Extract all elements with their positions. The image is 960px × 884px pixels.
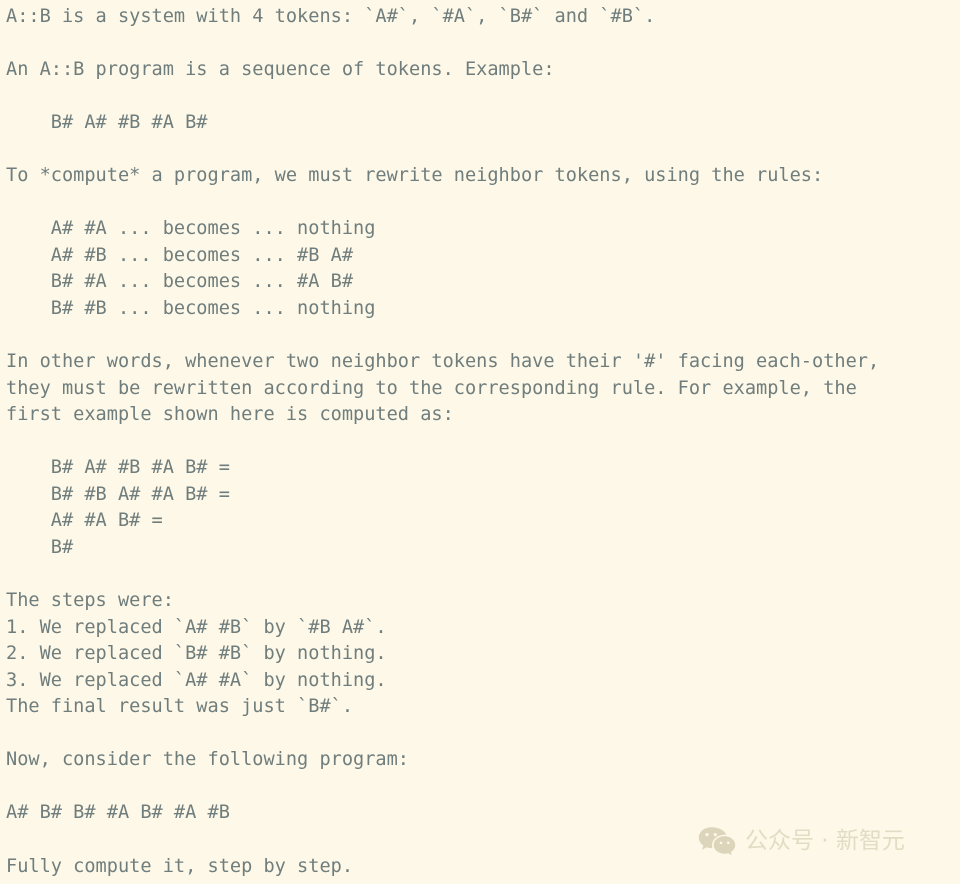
text-line: To *compute* a program, we must rewrite … — [6, 165, 824, 187]
text-line: A# B# B# #A B# #A #B — [6, 802, 230, 824]
document-page: A::B is a system with 4 tokens: `A#`, `#… — [0, 0, 960, 884]
text-line: The steps were: — [6, 590, 174, 612]
text-line: 3. We replaced `A# #A` by nothing. — [6, 669, 387, 691]
text-line: A# #A ... becomes ... nothing — [6, 218, 376, 240]
text-line: A# #B ... becomes ... #B A# — [6, 244, 354, 266]
text-line: B# A# #B #A B# = — [6, 457, 230, 479]
text-line: B# #B ... becomes ... nothing — [6, 298, 376, 320]
text-line: B# — [6, 536, 74, 558]
text-line: The final result was just `B#`. — [6, 696, 354, 718]
text-line: 1. We replaced `A# #B` by `#B A#`. — [6, 616, 387, 638]
text-line: B# #B A# #A B# = — [6, 483, 230, 505]
text-line: An A::B program is a sequence of tokens.… — [6, 59, 555, 81]
text-line: B# #A ... becomes ... #A B# — [6, 271, 354, 293]
text-line: Fully compute it, step by step. — [6, 855, 354, 877]
text-line: A# #A B# = — [6, 510, 163, 532]
text-line: B# A# #B #A B# — [6, 112, 208, 134]
text-line: A::B is a system with 4 tokens: `A#`, `#… — [6, 6, 656, 27]
text-line: 2. We replaced `B# #B` by nothing. — [6, 643, 387, 665]
text-line: first example shown here is computed as: — [6, 404, 454, 426]
text-line: In other words, whenever two neighbor to… — [6, 351, 880, 373]
text-line: Now, consider the following program: — [6, 749, 409, 771]
text-line: they must be rewritten according to the … — [6, 377, 857, 399]
prompt-text-body: A::B is a system with 4 tokens: `A#`, `#… — [6, 4, 960, 880]
